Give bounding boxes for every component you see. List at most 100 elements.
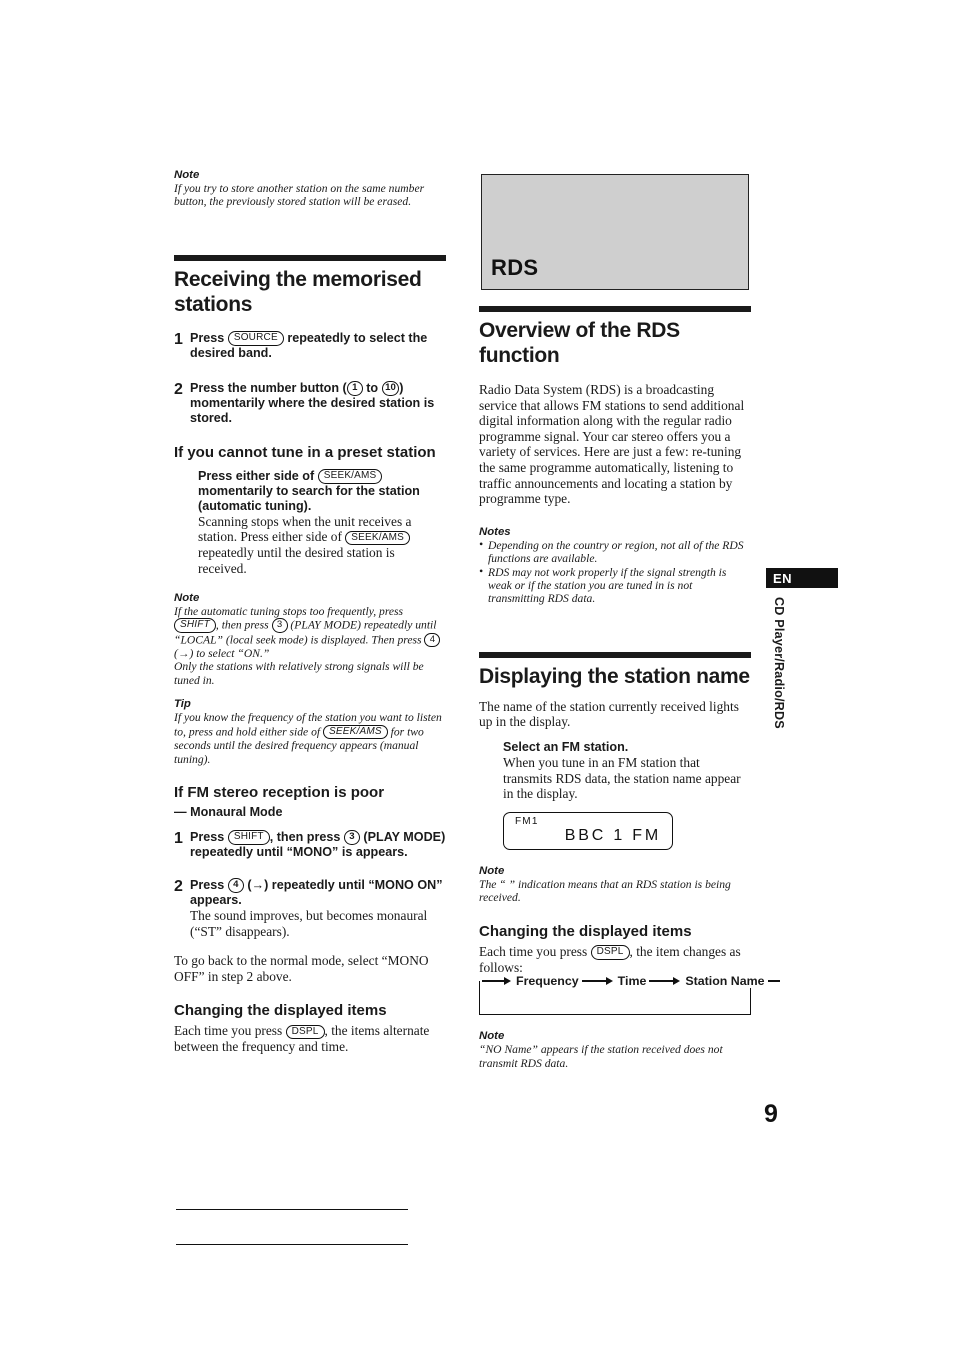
body-text-after: repeatedly until the desired station is … (198, 545, 395, 576)
overview-notes-block: Notes Depending on the country or region… (479, 525, 751, 606)
section-rule (479, 651, 751, 658)
seek-ams-button-graphic[interactable]: SEEK/AMS (323, 724, 388, 740)
note-text: “NO Name” appears if the station receive… (479, 1043, 723, 1070)
chapter-banner-title: RDS (491, 255, 539, 280)
fm-stereo-closing-text: To go back to the normal mode, select “M… (174, 953, 429, 984)
seek-ams-button-graphic[interactable]: SEEK/AMS (345, 530, 411, 546)
note-text: If you try to store another station on t… (174, 182, 425, 209)
notes-label: Notes (479, 525, 511, 538)
note-part-1: If the automatic tuning stops too freque… (174, 604, 404, 618)
step-text-before: Press (190, 877, 225, 892)
shift-button-graphic[interactable]: SHIFT (174, 618, 216, 633)
arrow-right-icon (504, 977, 511, 986)
top-note-block: Note If you try to store another station… (174, 168, 446, 209)
step-1: 1 Press SOURCE repeatedly to select the … (174, 331, 446, 361)
instruction-body: When you tune in an FM station that tran… (503, 754, 741, 802)
cycle-label-time: Time (614, 974, 650, 989)
section-rule (174, 254, 446, 261)
instruction-bold: Select an FM station. (503, 739, 629, 754)
chapter-banner: RDS (481, 174, 749, 290)
step-text-after: repeatedly to select the desired band. (190, 330, 428, 360)
cycle-line (482, 980, 504, 982)
chapter-side-label: CD Player/Radio/RDS (772, 597, 786, 729)
instruction-bold: Press either side of SEEK/AMS momentaril… (198, 469, 446, 514)
number-button-3-graphic[interactable]: 3 (271, 618, 288, 633)
step-text-middle: , then press (269, 829, 341, 844)
section-heading: Displaying the station name (479, 664, 750, 688)
step-extra-text: The sound improves, but becomes monaural… (190, 907, 428, 939)
notes-list: Depending on the country or region, not … (479, 538, 751, 606)
step-number: 1 (174, 829, 183, 847)
dspl-button-graphic[interactable]: DSPL (590, 945, 630, 960)
subsection-subheading: — Monaural Mode (174, 804, 283, 819)
step-instruction: Press SHIFT, then press 3 (PLAY MODE) re… (190, 830, 446, 860)
step-number: 2 (174, 877, 183, 895)
shift-button-graphic[interactable]: SHIFT (227, 830, 270, 845)
subsection-changing-displayed-items-left: Changing the displayed items Each time y… (174, 1002, 446, 1055)
step-number: 1 (174, 330, 183, 348)
step-2: 2 Press the number button (1 to 10) mome… (174, 381, 446, 426)
source-button-graphic[interactable]: SOURCE (227, 331, 284, 346)
changing-items-text: Each time you press DSPL, the item chang… (479, 944, 751, 976)
step-instruction: Press 4 (→) repeatedly until “MONO ON” a… (190, 878, 446, 908)
cycle-line (649, 980, 674, 982)
section-displaying-station-name: Displaying the station name The name of … (479, 651, 751, 905)
note-label: Note (174, 169, 200, 181)
changing-items-text: Each time you press DSPL, the items alte… (174, 1023, 446, 1055)
tip-frequency: Tip If you know the frequency of the sta… (174, 697, 446, 766)
note-automatic-tuning: Note If the automatic tuning stops too f… (174, 591, 446, 688)
note-label: Note (174, 591, 200, 604)
bottom-divider-1 (176, 1209, 408, 1210)
note-text: The “ ” indication means that an RDS sta… (479, 877, 731, 905)
lcd-display-illustration: FM1 BBC 1 FM (503, 811, 673, 850)
displaying-station-intro: The name of the station currently receiv… (479, 698, 739, 730)
page-title: Receiving the memorised stations (174, 267, 422, 316)
step-instruction: Press SOURCE repeatedly to select the de… (190, 331, 446, 361)
overview-body-text: Radio Data System (RDS) is a broadcastin… (479, 382, 745, 507)
right-column: Overview of the RDS function Radio Data … (479, 306, 780, 1070)
bottom-divider-2 (176, 1244, 408, 1245)
subsection-changing-displayed-items-right: Changing the displayed items Each time y… (479, 922, 780, 1070)
dspl-button-graphic[interactable]: DSPL (285, 1024, 325, 1040)
instruction-text-before: Press either side of (198, 468, 315, 483)
tip-label: Tip (174, 698, 191, 711)
instruction-body: Scanning stops when the unit receives a … (198, 514, 446, 577)
step-2: 2 Press 4 (→) repeatedly until “MONO ON”… (174, 878, 446, 939)
manual-page: Note If you try to store another station… (0, 0, 954, 1351)
step-number: 2 (174, 380, 183, 398)
seek-ams-button-graphic[interactable]: SEEK/AMS (317, 469, 383, 484)
number-button-1-graphic[interactable]: 1 (346, 381, 363, 396)
page-number: 9 (764, 1100, 778, 1128)
section-heading: Overview of the RDS function (479, 319, 680, 367)
lcd-preset-label: FM1 (515, 815, 539, 827)
note-rds-indication: Note The “ ” indication means that an RD… (479, 864, 751, 905)
subsection-heading: Changing the displayed items (174, 1002, 387, 1020)
cycle-label-frequency: Frequency (513, 974, 582, 989)
step-text-before: Press (190, 330, 225, 345)
subsection-heading: Changing the displayed items (479, 922, 692, 940)
note-part-2: , then press (215, 618, 269, 632)
text-before: Each time you press (479, 943, 588, 959)
step-text-before: Press the number button ( (190, 380, 347, 395)
subsection-preset-fail: If you cannot tune in a preset station P… (174, 444, 446, 577)
step-text-middle: to (366, 380, 379, 395)
select-fm-station-block: Select an FM station. When you tune in a… (503, 740, 751, 802)
number-button-10-graphic[interactable]: 10 (381, 381, 400, 396)
instruction-text-after: momentarily to search for the station (a… (198, 483, 420, 513)
section-overview-rds: Overview of the RDS function Radio Data … (479, 306, 751, 606)
step-text-before: Press (190, 829, 225, 844)
note-part-4: (→) to select “ON.” (174, 647, 270, 660)
number-button-4-graphic[interactable]: 4 (424, 632, 441, 647)
note-part-5: Only the stations with relatively strong… (174, 660, 424, 687)
step-instruction: Press the number button (1 to 10) moment… (190, 381, 446, 426)
cycle-line (581, 980, 606, 982)
note-label: Note (479, 864, 505, 877)
side-tab: EN CD Player/Radio/RDS (766, 568, 838, 729)
preset-fail-instruction-block: Press either side of SEEK/AMS momentaril… (198, 469, 446, 577)
subsection-heading: If you cannot tune in a preset station (174, 443, 436, 461)
language-code-badge: EN (766, 568, 838, 588)
tip-text: If you know the frequency of the station… (174, 711, 446, 766)
number-button-4-graphic[interactable]: 4 (227, 878, 244, 893)
left-column: Note If you try to store another station… (174, 168, 446, 1055)
number-button-3-graphic[interactable]: 3 (343, 830, 360, 845)
